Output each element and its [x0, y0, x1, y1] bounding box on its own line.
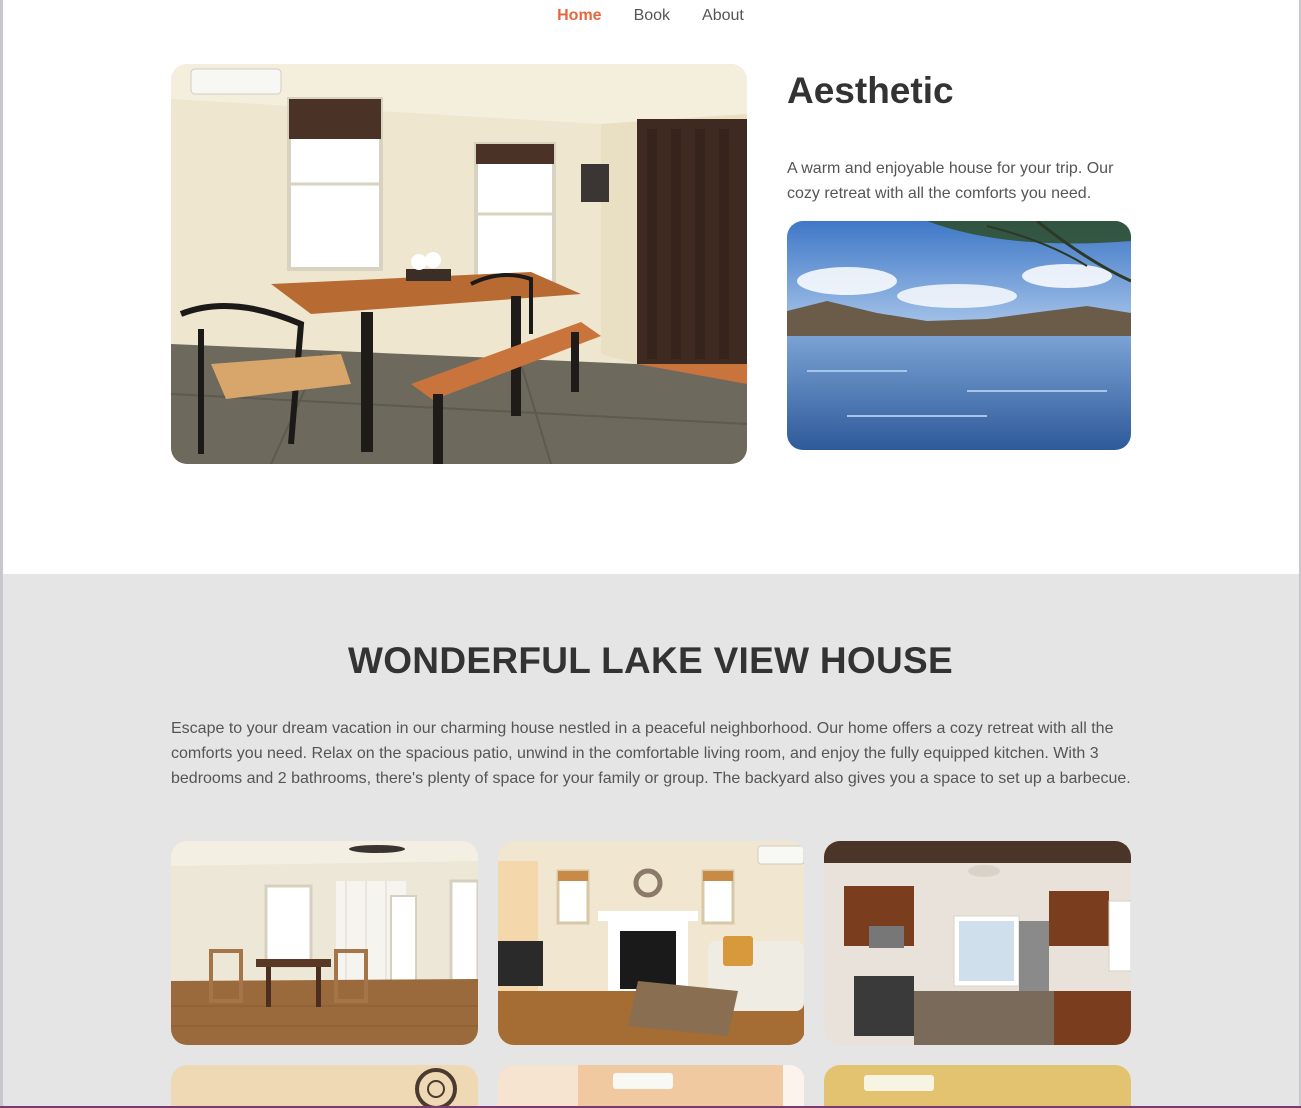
browser-window: Home Book About Aesthetic A warm and enj…: [0, 0, 1301, 1108]
hero-dining-photo: [171, 64, 747, 464]
main-nav: Home Book About: [0, 0, 1301, 32]
hero-title: Aesthetic: [787, 70, 954, 111]
gallery-photo-kitchen[interactable]: [824, 841, 1131, 1045]
gallery-photo-living-room[interactable]: [498, 841, 805, 1045]
nav-home-link[interactable]: Home: [557, 7, 601, 25]
gallery-photo-5[interactable]: [498, 1065, 805, 1108]
feature-description: Escape to your dream vacation in our cha…: [171, 720, 1131, 787]
gallery-photo-4[interactable]: [171, 1065, 478, 1108]
window-left-border: [0, 0, 3, 1108]
gallery-photo-6[interactable]: [824, 1065, 1131, 1108]
nav-book-link[interactable]: Book: [634, 7, 670, 25]
gallery-photo-dining-room[interactable]: [171, 841, 478, 1045]
hero-description: A warm and enjoyable house for your trip…: [787, 160, 1114, 202]
nav-about-link[interactable]: About: [702, 7, 744, 25]
feature-title: WONDERFUL LAKE VIEW HOUSE: [348, 640, 953, 681]
lake-view-photo: [787, 221, 1131, 450]
